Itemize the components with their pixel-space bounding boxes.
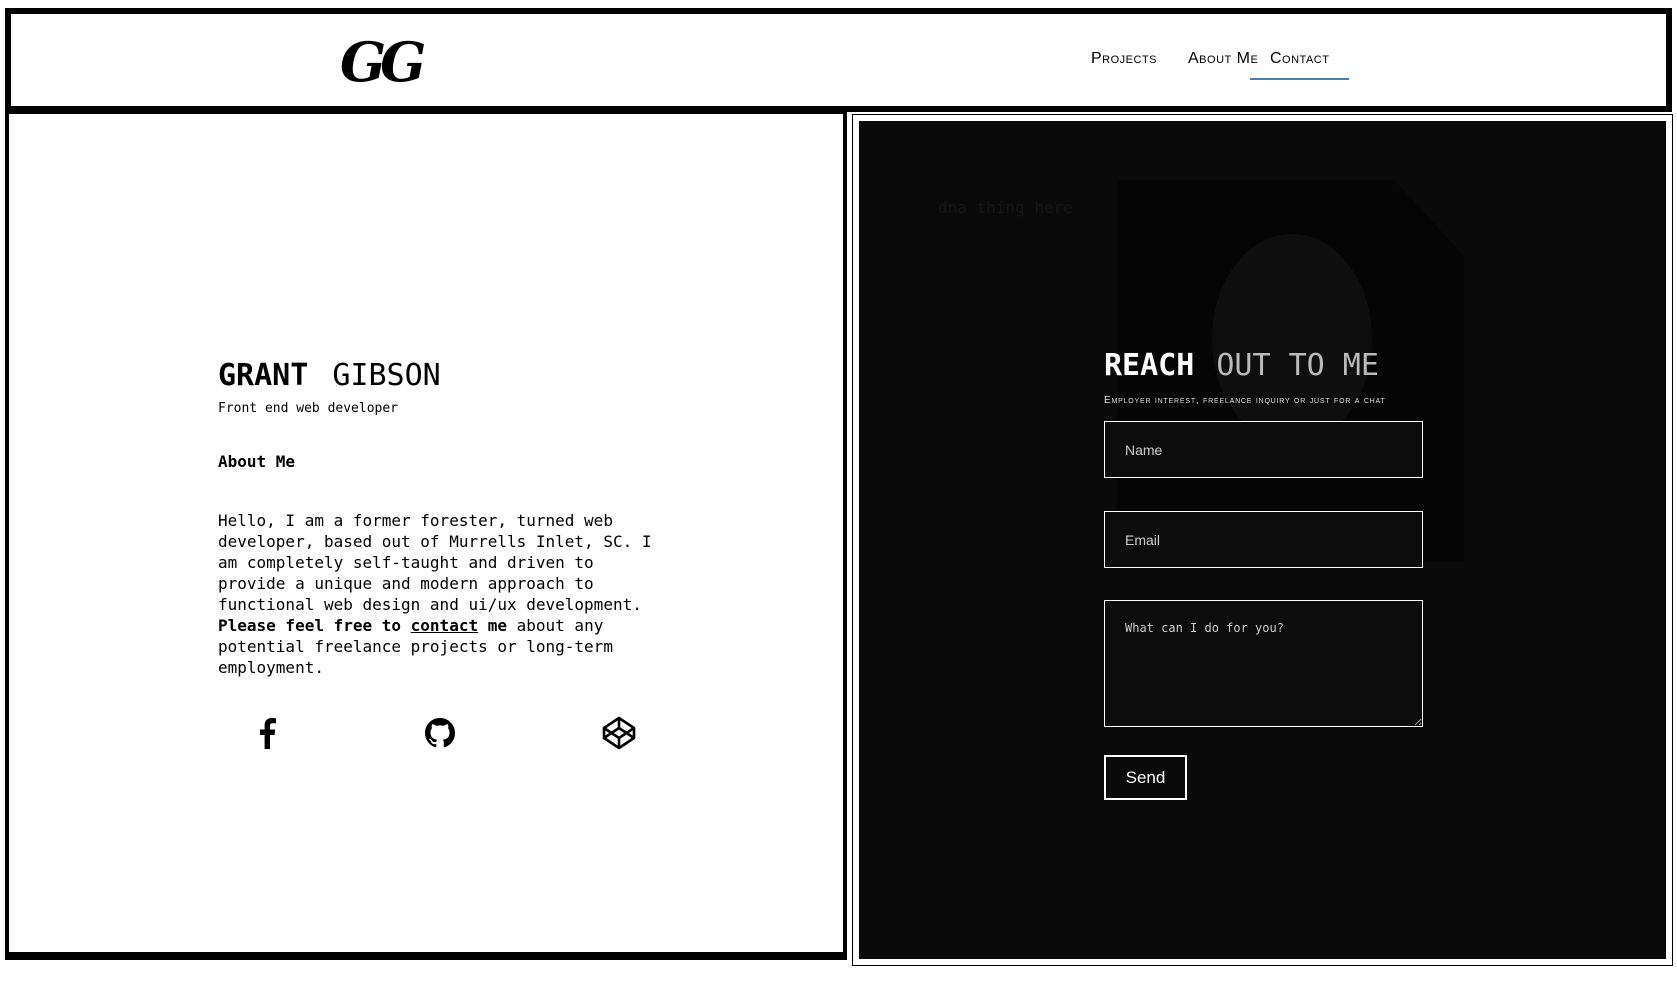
contact-title-first: REACH	[1104, 348, 1195, 383]
nav-projects[interactable]: Projects	[1091, 50, 1157, 68]
bio-text: Hello, I am a former forester, turned we…	[218, 510, 658, 678]
github-icon[interactable]	[420, 713, 460, 753]
email-field[interactable]	[1104, 511, 1423, 568]
header-bar	[5, 8, 1672, 112]
profile-last-name: GIBSON	[332, 358, 441, 393]
about-heading: About Me	[218, 452, 296, 471]
bio-text-1: Hello, I am a former forester, turned we…	[218, 511, 652, 614]
contact-title: REACH OUT TO ME	[1104, 348, 1379, 383]
send-button[interactable]: Send	[1104, 755, 1187, 800]
profile-name: GRANT GIBSON	[218, 358, 441, 393]
portrait-silhouette	[1212, 234, 1372, 444]
bio-emphasis: Please feel free to contact me	[218, 616, 507, 635]
name-field[interactable]	[1104, 421, 1423, 478]
placeholder-text: dna thing here	[938, 198, 1073, 217]
site-logo[interactable]: GG	[340, 32, 426, 92]
profile-first-name: GRANT	[218, 358, 309, 393]
contact-link[interactable]: contact	[411, 616, 478, 635]
profile-subtitle: Front end web developer	[218, 401, 399, 416]
codepen-icon[interactable]	[599, 713, 639, 753]
nav-about-me[interactable]: About Me	[1188, 50, 1258, 68]
message-field[interactable]	[1104, 600, 1423, 727]
facebook-icon[interactable]	[247, 713, 287, 753]
contact-subtitle: Employer interest, freelance inquiry or …	[1104, 395, 1386, 406]
nav-contact[interactable]: Contact	[1250, 50, 1350, 80]
contact-title-rest: OUT TO ME	[1216, 348, 1379, 383]
